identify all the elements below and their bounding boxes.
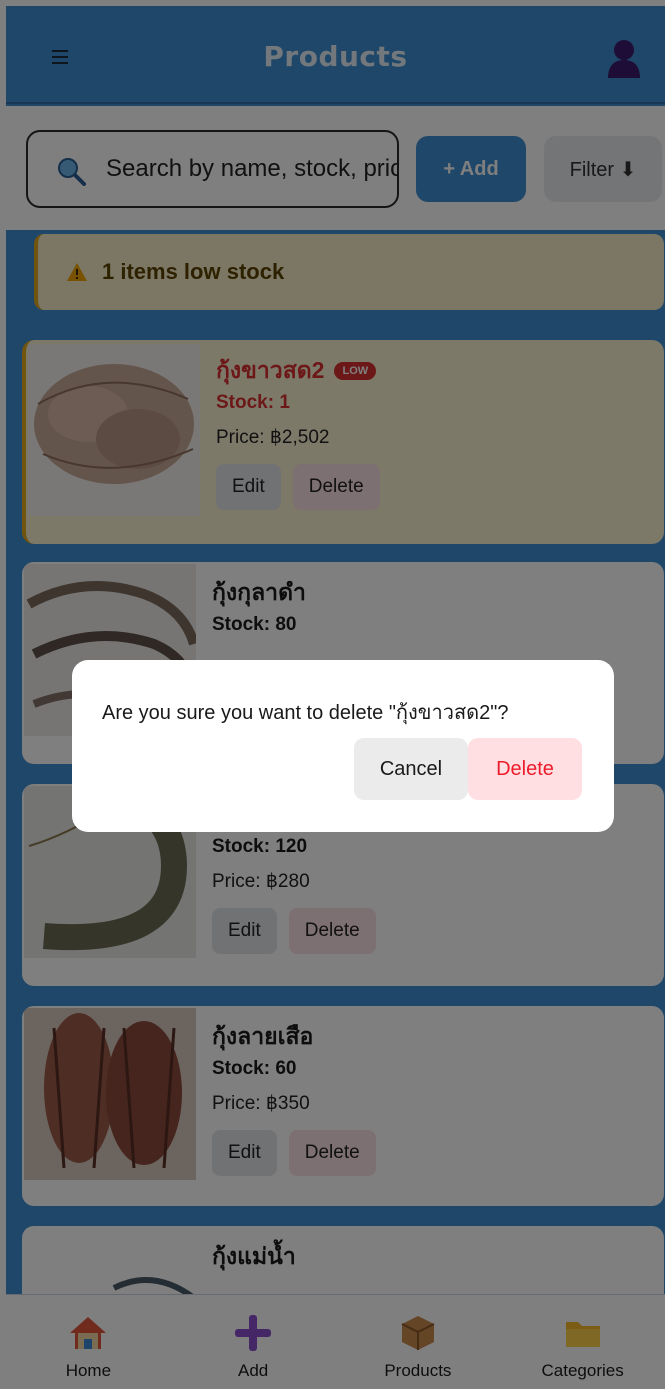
confirm-delete-button[interactable]: Delete bbox=[468, 738, 582, 800]
cancel-button[interactable]: Cancel bbox=[354, 738, 468, 800]
dialog-message: Are you sure you want to delete "กุ้งขาว… bbox=[102, 702, 509, 724]
confirm-delete-dialog: Are you sure you want to delete "กุ้งขาว… bbox=[72, 660, 614, 832]
modal-overlay[interactable]: Are you sure you want to delete "กุ้งขาว… bbox=[0, 0, 665, 1389]
